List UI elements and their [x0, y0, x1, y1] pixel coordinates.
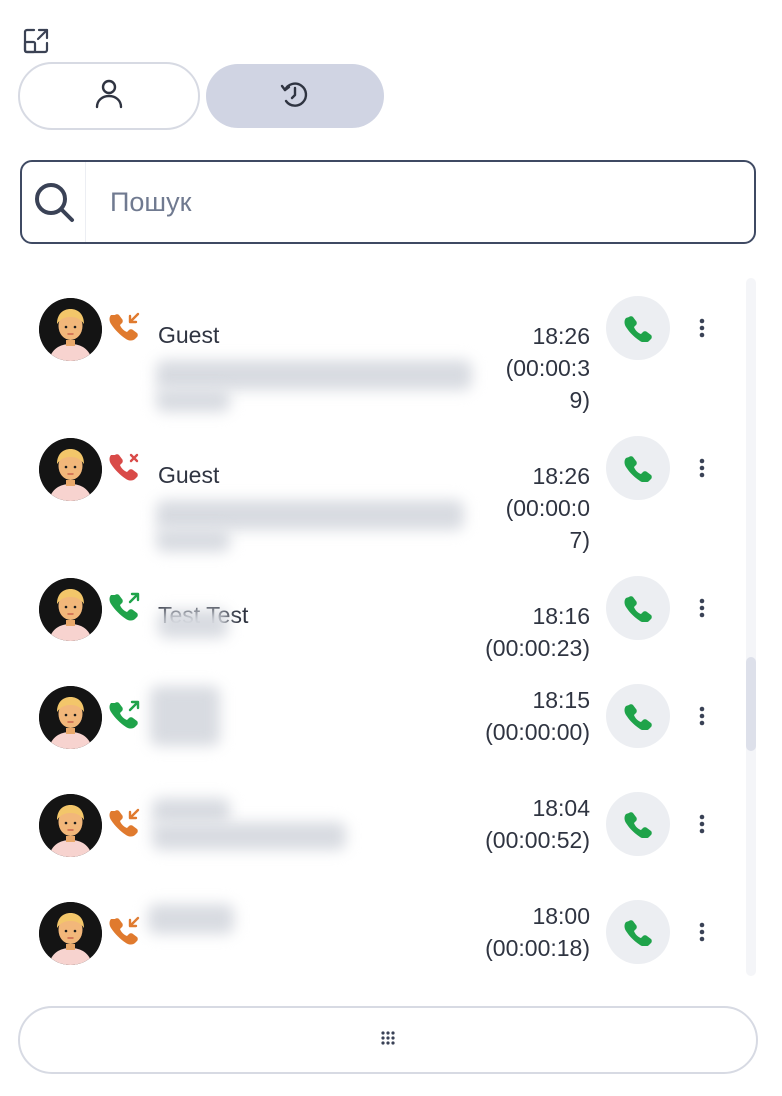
- phone-icon: [624, 456, 652, 482]
- call-row[interactable]: Guest 18:26 (00:00:3 9): [20, 294, 730, 413]
- history-icon: [279, 78, 311, 115]
- dialpad-button[interactable]: [18, 1006, 758, 1074]
- call-time: 18:00 (00:00:18): [485, 903, 590, 961]
- redacted-number: [158, 610, 228, 638]
- incoming-call-icon: [109, 914, 143, 948]
- search-input[interactable]: [86, 172, 754, 232]
- outgoing-call-icon: [109, 590, 143, 624]
- phone-icon: [624, 316, 652, 342]
- call-button[interactable]: [606, 296, 670, 360]
- call-time: 18:15 (00:00:00): [485, 687, 590, 745]
- call-button[interactable]: [606, 900, 670, 964]
- phone-icon: [624, 920, 652, 946]
- phone-icon: [624, 704, 652, 730]
- avatar: [39, 298, 102, 361]
- call-row[interactable]: 18:04 (00:00:52): [20, 790, 730, 870]
- redacted-detail: [152, 822, 346, 850]
- call-time: 18:26 (00:00:3 9): [505, 323, 590, 413]
- popout-icon[interactable]: [21, 27, 51, 55]
- more-options-icon[interactable]: [688, 308, 716, 348]
- redacted-number: [156, 500, 464, 530]
- redacted-number: [156, 360, 472, 390]
- call-row[interactable]: 18:15 (00:00:00): [20, 682, 730, 762]
- call-row[interactable]: Test Test 18:16 (00:00:23): [20, 574, 730, 661]
- scrollbar-thumb[interactable]: [746, 657, 756, 751]
- dialpad-icon: [380, 1030, 396, 1051]
- search-box: [20, 160, 756, 244]
- redacted-number: [148, 904, 234, 934]
- more-options-icon[interactable]: [688, 804, 716, 844]
- avatar: [39, 902, 102, 965]
- redacted-detail: [156, 528, 230, 552]
- call-row[interactable]: Guest 18:26 (00:00:0 7): [20, 434, 730, 553]
- call-time: 18:16 (00:00:23): [485, 603, 590, 661]
- more-options-icon[interactable]: [688, 448, 716, 488]
- call-time: 18:26 (00:00:0 7): [505, 463, 590, 553]
- outgoing-call-icon: [109, 698, 143, 732]
- call-history-list[interactable]: Guest 18:26 (00:00:3 9) Guest 18:26 (00:…: [20, 270, 750, 982]
- more-options-icon[interactable]: [688, 696, 716, 736]
- tab-history[interactable]: [206, 64, 384, 128]
- search-icon[interactable]: [22, 162, 86, 242]
- call-button[interactable]: [606, 684, 670, 748]
- more-options-icon[interactable]: [688, 912, 716, 952]
- person-icon: [94, 78, 124, 115]
- phone-icon: [624, 596, 652, 622]
- avatar: [39, 578, 102, 641]
- missed-call-icon: [109, 450, 143, 484]
- call-button[interactable]: [606, 576, 670, 640]
- avatar: [39, 686, 102, 749]
- redacted-number: [150, 686, 220, 746]
- incoming-call-icon: [109, 806, 143, 840]
- call-button[interactable]: [606, 792, 670, 856]
- tab-contacts[interactable]: [18, 62, 200, 130]
- scrollbar-track[interactable]: [746, 278, 756, 976]
- contact-name: Guest: [158, 322, 220, 348]
- avatar: [39, 794, 102, 857]
- phone-icon: [624, 812, 652, 838]
- call-row[interactable]: 18:00 (00:00:18): [20, 898, 730, 978]
- call-time: 18:04 (00:00:52): [485, 795, 590, 853]
- contact-name: Guest: [158, 462, 220, 488]
- call-button[interactable]: [606, 436, 670, 500]
- avatar: [39, 438, 102, 501]
- redacted-detail: [156, 388, 230, 412]
- redacted-number: [152, 798, 230, 824]
- more-options-icon[interactable]: [688, 588, 716, 628]
- incoming-call-icon: [109, 310, 143, 344]
